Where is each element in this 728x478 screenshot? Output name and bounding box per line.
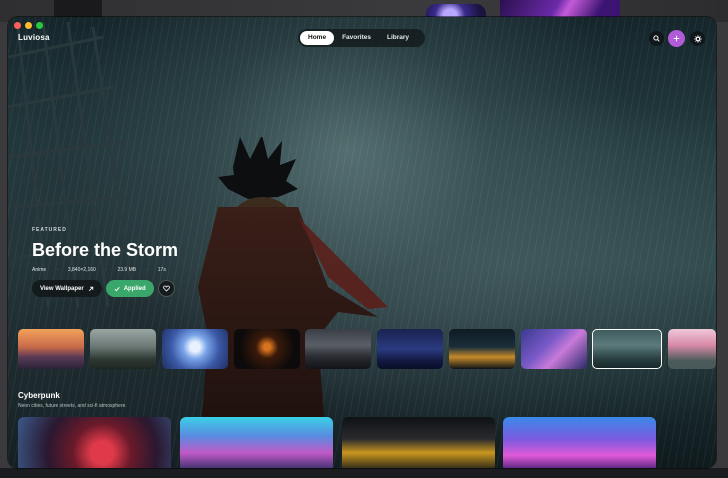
thumbnail-city-night-lights[interactable]: [449, 329, 515, 369]
main-nav: Home Favorites Library: [298, 29, 425, 47]
meta-duration: 17s: [157, 267, 166, 273]
meta-resolution: 3,840×2,160: [67, 267, 96, 273]
featured-title: Before the Storm: [32, 240, 179, 260]
thumbnail-before-the-storm[interactable]: [592, 329, 662, 369]
cyberpunk-card-row: [18, 417, 716, 468]
search-button[interactable]: [649, 31, 664, 46]
external-arrow-icon: [88, 286, 93, 291]
thumbnail-crystal-tower[interactable]: [162, 329, 228, 369]
tab-home[interactable]: Home: [300, 31, 335, 45]
add-wallpaper-button[interactable]: [668, 30, 685, 47]
close-button[interactable]: [14, 22, 21, 29]
thumbnail-mountain-sunset[interactable]: [18, 329, 84, 369]
card-purple-neon-hall[interactable]: [503, 417, 656, 468]
meta-separator: ·: [56, 267, 58, 273]
meta-category: Anime: [32, 267, 47, 273]
plus-icon: [673, 35, 680, 42]
favorite-button[interactable]: [157, 280, 175, 297]
app-logo-name: Luviosa: [18, 33, 50, 42]
search-icon: [653, 35, 660, 42]
section-title: Cyberpunk: [18, 391, 60, 400]
applied-button[interactable]: Applied: [105, 280, 154, 297]
app-window: Luviosa Home Favorites Library FEATURED …: [8, 17, 716, 468]
card-blue-pink-skyline[interactable]: [180, 417, 333, 468]
applied-label: Applied: [123, 285, 146, 292]
thumbnail-misty-forest-lake[interactable]: [90, 329, 156, 369]
card-neon-red-portal[interactable]: [18, 417, 171, 468]
minimize-button[interactable]: [25, 22, 32, 29]
maximize-button[interactable]: [36, 22, 43, 29]
heart-icon: [162, 285, 170, 292]
featured-meta: Anime · 3,840×2,160 · 23.9 MB · 17s: [32, 267, 166, 273]
featured-actions: View Wallpaper Applied: [32, 280, 175, 297]
tab-favorites[interactable]: Favorites: [334, 31, 379, 45]
wallpaper-strip: [18, 329, 716, 369]
check-icon: [114, 286, 120, 291]
thumbnail-pink-blossom[interactable]: [668, 329, 716, 369]
view-wallpaper-button[interactable]: View Wallpaper: [32, 280, 102, 297]
card-night-alley-neon[interactable]: [342, 417, 495, 468]
section-subtitle: Neon cities, future streets, and sci-fi …: [18, 403, 127, 409]
settings-button[interactable]: [690, 31, 705, 46]
thumbnail-night-street-car[interactable]: [305, 329, 371, 369]
window-controls: [14, 22, 43, 29]
meta-size: 23.9 MB: [117, 267, 137, 273]
thumbnail-starry-night[interactable]: [377, 329, 443, 369]
desktop-taskbar: [0, 468, 728, 478]
thumbnail-dark-glowing-eyes[interactable]: [234, 329, 300, 369]
meta-separator: ·: [105, 267, 108, 273]
thumbnail-purple-anime-sky[interactable]: [521, 329, 587, 369]
view-wallpaper-label: View Wallpaper: [40, 285, 84, 292]
tab-library[interactable]: Library: [379, 31, 417, 45]
meta-separator: ·: [146, 267, 148, 273]
gear-icon: [693, 34, 702, 43]
featured-label: FEATURED: [32, 227, 67, 233]
